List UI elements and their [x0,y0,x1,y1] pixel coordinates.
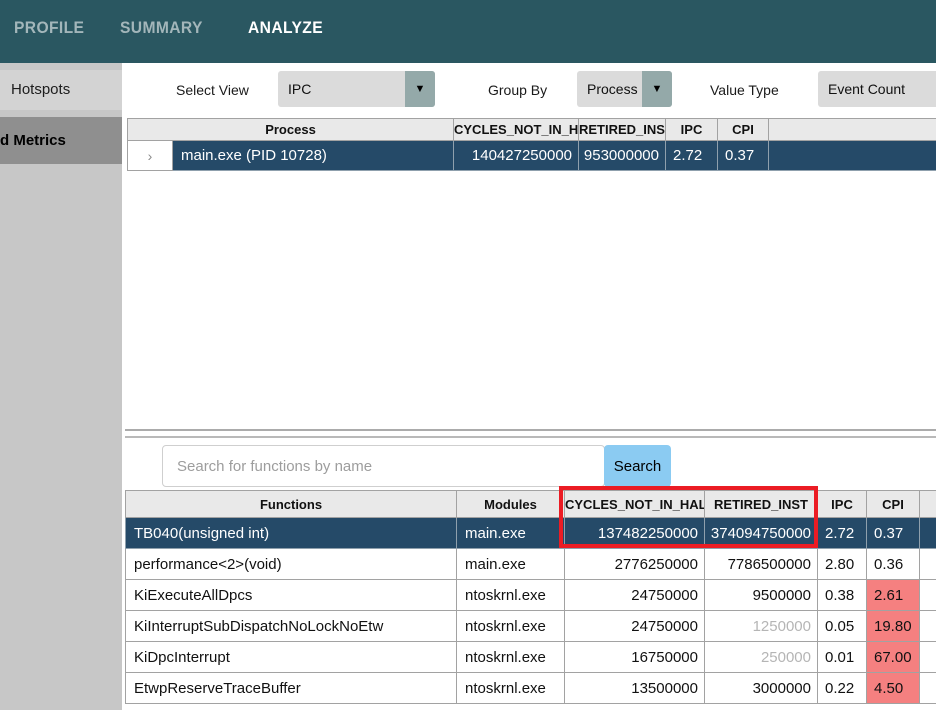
spacer-cell [920,611,936,642]
value-type-value: Event Count [828,71,905,107]
cpi-cell-hot: 4.50 [867,673,920,704]
retired-cell-dim: 250000 [705,642,818,673]
function-row[interactable]: KiExecuteAllDpcs ntoskrnl.exe 24750000 9… [126,580,936,611]
sidebar-item-metrics[interactable]: d Metrics [0,117,122,164]
col-header-cpi[interactable]: CPI [867,491,920,518]
retired-cell: 374094750000 [705,518,818,549]
ipc-cell: 0.38 [818,580,867,611]
module-cell: ntoskrnl.exe [457,611,565,642]
function-name-cell: performance<2>(void) [126,549,457,580]
spacer-cell [920,673,936,704]
ipc-cell: 2.72 [818,518,867,549]
function-row[interactable]: performance<2>(void) main.exe 2776250000… [126,549,936,580]
retired-cell: 7786500000 [705,549,818,580]
function-name-cell: KiExecuteAllDpcs [126,580,457,611]
process-row-selected[interactable]: › main.exe (PID 10728) 140427250000 9530… [128,141,936,171]
function-row[interactable]: KiInterruptSubDispatchNoLockNoEtw ntoskr… [126,611,936,642]
group-by-dropdown[interactable]: Process ▼ [577,71,672,107]
select-view-dropdown[interactable]: IPC ▼ [278,71,435,107]
cpi-cell: 0.36 [867,549,920,580]
chevron-down-icon[interactable]: ▼ [642,71,672,107]
function-row[interactable]: EtwpReserveTraceBuffer ntoskrnl.exe 1350… [126,673,936,704]
cpi-cell-hot: 19.80 [867,611,920,642]
module-cell: ntoskrnl.exe [457,580,565,611]
functions-table: Functions Modules CYCLES_NOT_IN_HALT ▼ R… [125,490,936,704]
retired-cell: 9500000 [705,580,818,611]
top-nav: PROFILE SUMMARY ANALYZE [0,0,936,63]
module-cell: main.exe [457,518,565,549]
spacer-cell [769,141,936,171]
cycles-cell: 24750000 [565,580,705,611]
function-name-cell: KiInterruptSubDispatchNoLockNoEtw [126,611,457,642]
chevron-down-icon[interactable]: ▼ [405,71,435,107]
select-view-value: IPC [288,71,311,107]
spacer-cell [920,549,936,580]
spacer-cell [920,642,936,673]
col-header-retired[interactable]: RETIRED_INST [705,491,818,518]
tab-analyze[interactable]: ANALYZE [248,18,323,38]
col-header-functions[interactable]: Functions [126,491,457,518]
col-header-retired[interactable]: RETIRED_INST [579,119,666,141]
tab-summary[interactable]: SUMMARY [120,18,203,38]
cycles-cell: 24750000 [565,611,705,642]
cycles-cell: 140427250000 [454,141,579,171]
search-input[interactable] [162,445,605,487]
function-row-selected[interactable]: TB040(unsigned int) main.exe 13748225000… [126,518,936,549]
cpi-cell: 0.37 [718,141,769,171]
function-row[interactable]: KiDpcInterrupt ntoskrnl.exe 16750000 250… [126,642,936,673]
col-header-cycles-sorted[interactable]: CYCLES_NOT_IN_HALT ▼ [454,119,579,141]
pane-splitter[interactable] [125,429,936,438]
process-table-header: Process CYCLES_NOT_IN_HALT ▼ RETIRED_INS… [128,119,936,141]
col-header-cpi[interactable]: CPI [718,119,769,141]
expand-chevron-icon[interactable]: › [128,141,173,171]
function-name-cell: EtwpReserveTraceBuffer [126,673,457,704]
cycles-cell: 137482250000 [565,518,705,549]
col-header-process[interactable]: Process [128,119,454,141]
cycles-cell: 16750000 [565,642,705,673]
col-header-ipc[interactable]: IPC [818,491,867,518]
cycles-cell: 2776250000 [565,549,705,580]
retired-cell: 953000000 [579,141,666,171]
cycles-cell: 13500000 [565,673,705,704]
col-header-ipc[interactable]: IPC [666,119,718,141]
retired-cell-dim: 1250000 [705,611,818,642]
spacer-cell [920,580,936,611]
cpi-cell-hot: 67.00 [867,642,920,673]
module-cell: main.exe [457,549,565,580]
col-header-modules[interactable]: Modules [457,491,565,518]
col-header-spacer [769,119,936,141]
retired-cell: 3000000 [705,673,818,704]
sidebar-item-hotspots[interactable]: Hotspots [0,70,122,110]
spacer-cell [920,518,936,549]
cpi-cell: 0.37 [867,518,920,549]
cpi-cell-hot: 2.61 [867,580,920,611]
search-button[interactable]: Search [604,445,671,487]
value-type-dropdown[interactable]: Event Count ▼ [818,71,936,107]
ipc-cell: 0.05 [818,611,867,642]
module-cell: ntoskrnl.exe [457,673,565,704]
group-by-label: Group By [488,82,547,98]
module-cell: ntoskrnl.exe [457,642,565,673]
functions-table-header: Functions Modules CYCLES_NOT_IN_HALT ▼ R… [126,491,936,518]
ipc-cell: 2.80 [818,549,867,580]
col-header-cycles-sorted[interactable]: CYCLES_NOT_IN_HALT ▼ [565,491,705,518]
sidebar: Hotspots d Metrics [0,63,122,710]
value-type-label: Value Type [710,82,779,98]
function-name-cell: KiDpcInterrupt [126,642,457,673]
group-by-value: Process [587,71,638,107]
function-name-cell: TB040(unsigned int) [126,518,457,549]
tab-profile[interactable]: PROFILE [14,18,84,38]
col-header-spacer [920,491,936,518]
process-table: Process CYCLES_NOT_IN_HALT ▼ RETIRED_INS… [127,118,936,171]
process-name-cell: main.exe (PID 10728) [173,141,454,171]
ipc-cell: 0.01 [818,642,867,673]
select-view-label: Select View [176,82,249,98]
ipc-cell: 2.72 [666,141,718,171]
app-window: PROFILE SUMMARY ANALYZE Hotspots d Metri… [0,0,936,710]
ipc-cell: 0.22 [818,673,867,704]
